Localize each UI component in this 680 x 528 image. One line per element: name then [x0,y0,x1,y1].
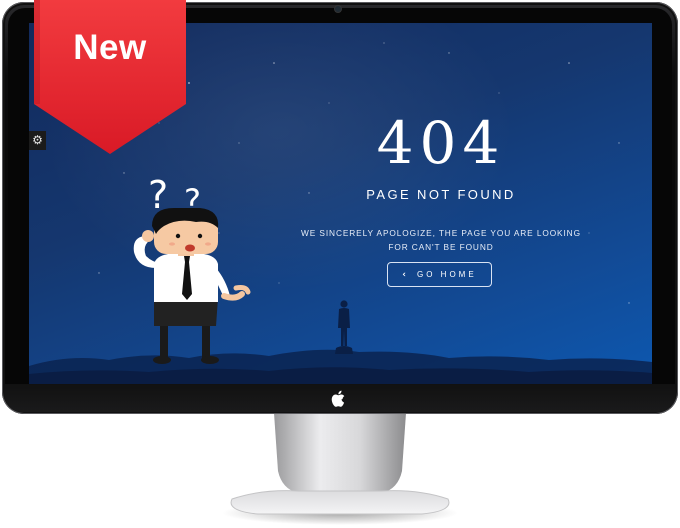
go-home-button[interactable]: ‹ GO HOME [387,262,492,287]
camera-icon [335,6,341,12]
apple-logo-icon [331,390,345,407]
confused-character-illustration: ? ? [133,173,251,364]
new-ribbon [34,0,186,154]
error-title: PAGE NOT FOUND [366,187,516,202]
chevron-left-icon: ‹ [402,270,410,280]
error-message: WE SINCERELY APOLOGIZE, THE PAGE YOU ARE… [301,228,581,252]
new-badge-label: New [73,28,147,67]
error-code: 404 [376,109,506,177]
monitor-mockup: ? ? 404 PAGE NOT FOUND WE SINCERELY APOL… [0,0,680,528]
go-home-label: GO HOME [417,270,477,279]
monitor-stand [222,413,458,525]
person-silhouette [335,300,353,354]
